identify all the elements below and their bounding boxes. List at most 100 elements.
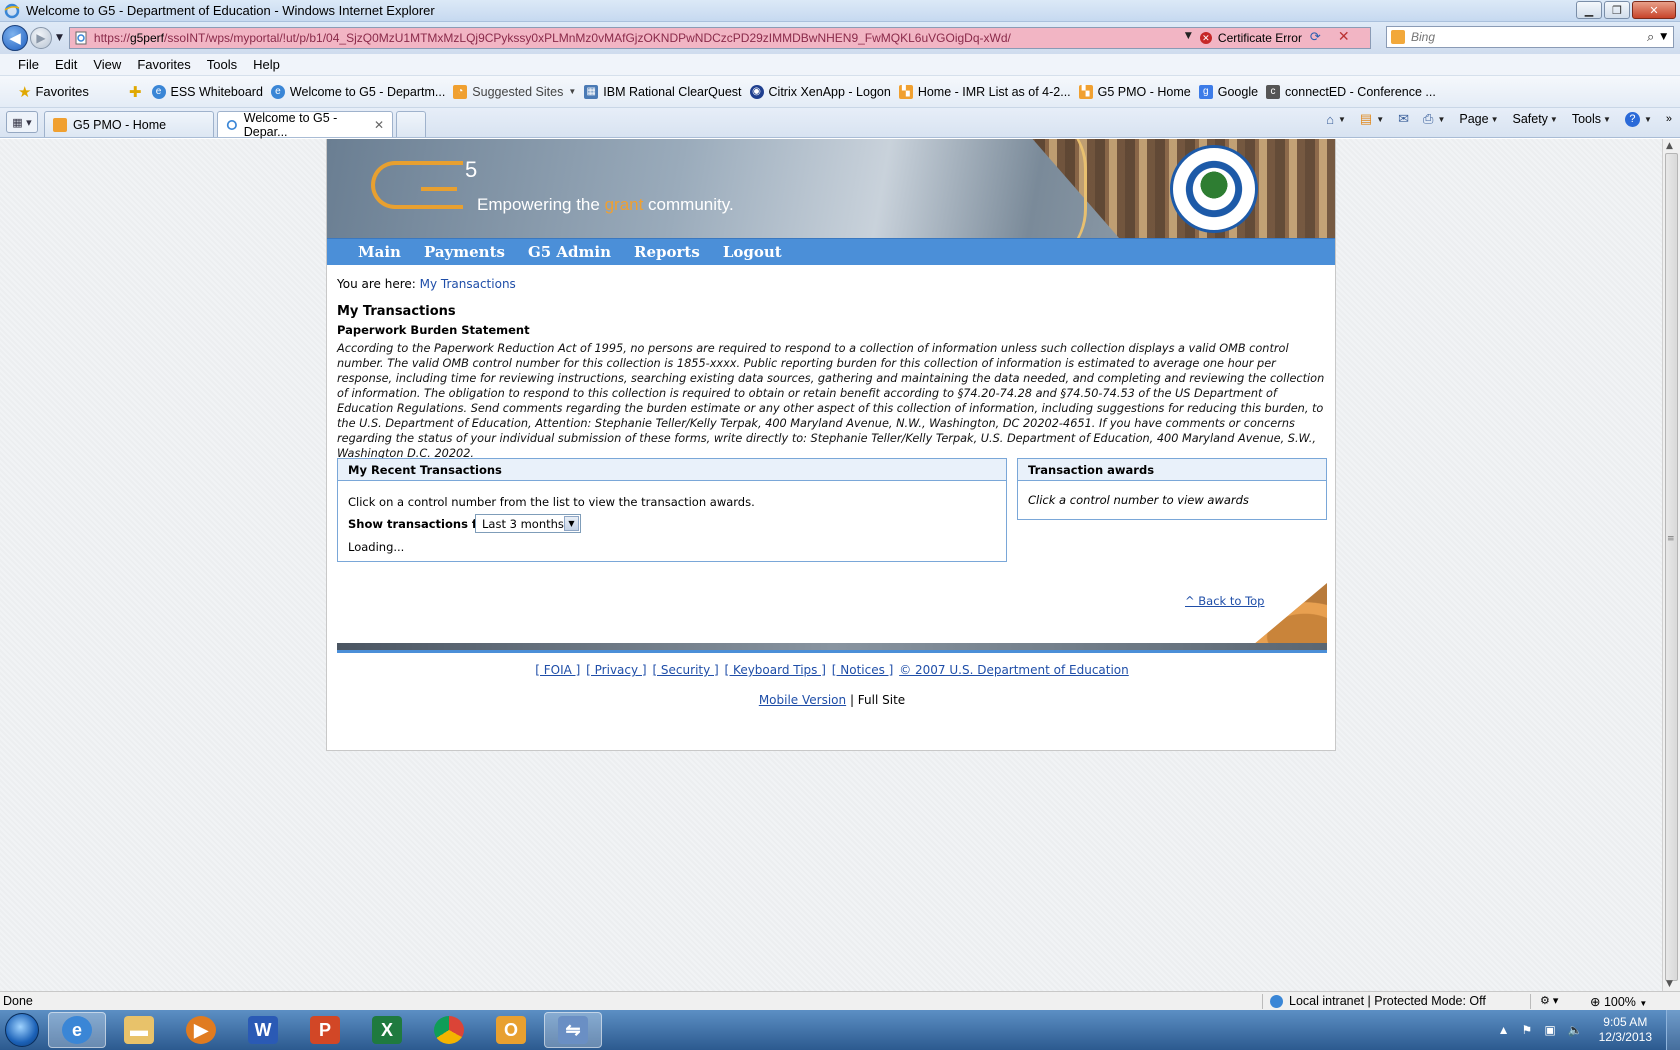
favorites-button[interactable]: Favorites [35,84,88,99]
menu-view[interactable]: View [93,57,121,72]
chevron-more-icon[interactable]: » [1666,113,1672,125]
tab-g5-pmo-home[interactable]: G5 PMO - Home [44,111,214,137]
home-icon[interactable]: ⌂ [1326,112,1334,127]
forward-button[interactable]: ▶ [30,27,52,49]
favorite-connected[interactable]: c connectED - Conference ... [1266,84,1436,99]
chevron-down-icon[interactable]: ▼ [1376,115,1384,124]
chevron-down-icon[interactable]: ▼ [564,516,579,531]
start-button[interactable] [0,1010,44,1050]
ie-page-icon: e [270,84,285,99]
new-tab-button[interactable] [396,111,426,137]
feeds-icon[interactable]: ▤ [1360,111,1372,127]
search-dropdown-icon[interactable]: ▼ [1660,32,1667,42]
taskbar-explorer[interactable]: ▬ [110,1012,168,1048]
taskbar-ie[interactable]: e [48,1012,106,1048]
taskbar-media-player[interactable]: ▶ [172,1012,230,1048]
maximize-button[interactable]: ❐ [1604,1,1630,19]
search-box[interactable]: ⌕ ▼ [1386,26,1674,48]
history-dropdown-icon[interactable]: ▼ [56,33,63,43]
chevron-down-icon[interactable]: ▼ [1491,115,1499,124]
taskbar-powerpoint[interactable]: P [296,1012,354,1048]
zoom-level[interactable]: ⊕ 100% ▼ [1590,994,1647,1009]
network-icon[interactable]: ▣ [1544,1023,1555,1037]
favorite-g5-pmo[interactable]: ▚ G5 PMO - Home [1078,84,1191,99]
taskbar-word[interactable]: W [234,1012,292,1048]
footer-notices-link[interactable]: [ Notices ] [832,663,894,677]
nav-reports[interactable]: Reports [634,243,700,261]
help-icon[interactable]: ? [1624,111,1640,127]
back-button[interactable]: ◀ [2,25,28,51]
tab-welcome-g5[interactable]: Welcome to G5 - Depar... ✕ [217,111,393,139]
menu-bar: File Edit View Favorites Tools Help [0,54,1680,76]
tools-menu[interactable]: Tools [1572,112,1601,126]
chevron-down-icon[interactable]: ▼ [1550,115,1558,124]
show-transactions-select[interactable]: Last 3 months ▼ [475,514,581,533]
footer-foia-link[interactable]: [ FOIA ] [535,663,580,677]
search-input[interactable] [1411,30,1641,44]
favorite-imr-list[interactable]: ▚ Home - IMR List as of 4-2... [898,84,1071,99]
print-icon[interactable]: ⎙ [1423,111,1433,127]
menu-help[interactable]: Help [253,57,280,72]
favorite-welcome-g5[interactable]: e Welcome to G5 - Departm... [270,84,445,99]
menu-edit[interactable]: Edit [55,57,77,72]
scrollbar-thumb[interactable] [1665,153,1678,981]
clock[interactable]: 9:05 AM 12/3/2013 [1599,1015,1652,1045]
nav-payments[interactable]: Payments [424,243,505,261]
popup-blocker-icon[interactable]: ⚙ ▾ [1540,994,1558,1007]
footer-security-link[interactable]: [ Security ] [652,663,718,677]
close-tab-icon[interactable]: ✕ [374,118,384,132]
footer-privacy-link[interactable]: [ Privacy ] [586,663,646,677]
mobile-version-link[interactable]: Mobile Version [759,693,846,707]
show-desktop-button[interactable] [1666,1010,1680,1050]
banner-arc [967,139,1087,238]
back-to-top-link[interactable]: ^ Back to Top [1185,594,1264,608]
certificate-error-button[interactable]: ✕ Certificate Error [1199,28,1302,48]
breadcrumb: You are here: My Transactions [337,277,516,291]
taskbar-outlook[interactable]: O [482,1012,540,1048]
vertical-scrollbar[interactable]: ▲ ≡ ▼ [1662,139,1680,991]
nav-g5-admin[interactable]: G5 Admin [528,243,611,261]
action-center-icon[interactable]: ⚑ [1522,1023,1533,1037]
url-text[interactable]: https://g5perf/ssoINT/wps/myportal/!ut/p… [94,31,1174,45]
chevron-down-icon[interactable]: ▼ [1644,115,1652,124]
taskbar-excel[interactable]: X [358,1012,416,1048]
taskbar-chrome[interactable] [420,1012,478,1048]
volume-muted-icon[interactable]: 🔈 [1568,1023,1583,1037]
breadcrumb-link[interactable]: My Transactions [420,277,516,291]
favorite-google[interactable]: g Google [1198,84,1258,99]
page-menu[interactable]: Page [1459,112,1488,126]
close-window-button[interactable]: ✕ [1632,1,1676,19]
search-icon[interactable]: ⌕ [1647,30,1654,45]
favorite-suggested-sites[interactable]: ◔ Suggested Sites ▼ [453,84,576,99]
quick-tabs-button[interactable]: ▦ ▾ [6,111,38,133]
taskbar-remote-app[interactable]: ⇋ [544,1012,602,1048]
tree-icon [1195,170,1233,200]
stop-icon[interactable]: ✕ [1338,29,1350,45]
footer-copyright-link[interactable]: © 2007 U.S. Department of Education [899,663,1129,677]
show-hidden-icons-icon[interactable]: ▲ [1498,1023,1510,1037]
refresh-icon[interactable]: ⟳ [1310,30,1321,45]
menu-tools[interactable]: Tools [207,57,237,72]
address-dropdown-icon[interactable]: ▼ [1185,31,1192,41]
scroll-up-icon[interactable]: ▲ [1666,141,1673,151]
scroll-down-icon[interactable]: ▼ [1666,979,1673,989]
chevron-down-icon[interactable]: ▼ [1437,115,1445,124]
nav-logout[interactable]: Logout [723,243,782,261]
favorite-citrix-xenapp[interactable]: ◉ Citrix XenApp - Logon [749,84,891,99]
chevron-down-icon[interactable]: ▼ [1338,115,1346,124]
safety-menu[interactable]: Safety [1512,112,1547,126]
chevron-down-icon[interactable]: ▼ [1603,115,1611,124]
favorites-star-icon[interactable]: ★ [18,83,31,101]
mail-icon[interactable]: ✉ [1398,111,1409,127]
menu-file[interactable]: File [18,57,39,72]
menu-favorites[interactable]: Favorites [137,57,190,72]
footer-keyboard-tips-link[interactable]: [ Keyboard Tips ] [725,663,826,677]
favorite-ess-whiteboard[interactable]: e ESS Whiteboard [151,84,263,99]
nav-main[interactable]: Main [358,243,401,261]
add-to-favorites-icon[interactable]: ✚ [129,83,142,101]
security-zone[interactable]: Local intranet | Protected Mode: Off [1270,994,1486,1008]
minimize-button[interactable]: ▁ [1576,1,1602,19]
loading-text: Loading... [348,540,405,554]
address-bar[interactable]: https://g5perf/ssoINT/wps/myportal/!ut/p… [68,27,1371,49]
favorite-ibm-clearquest[interactable]: ▦ IBM Rational ClearQuest [584,84,742,99]
